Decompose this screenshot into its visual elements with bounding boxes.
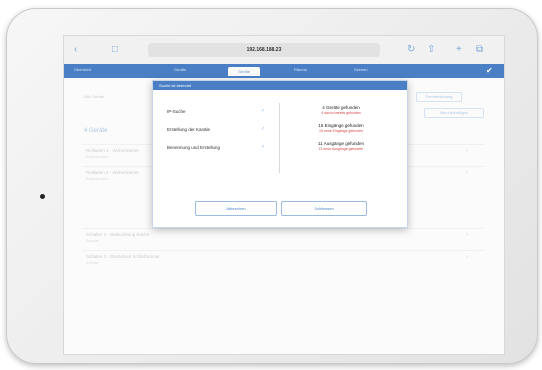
devices-found-text: 4 Geräte gefunden bbox=[322, 105, 360, 110]
dialog-divider bbox=[279, 103, 280, 173]
book-icon[interactable]: □ bbox=[112, 44, 118, 56]
close-button[interactable]: Schliessen bbox=[281, 201, 367, 216]
nav-item-rooms[interactable]: Räume bbox=[294, 67, 307, 72]
inputs-found-subtext: 16 neue Eingänge gefunden bbox=[319, 129, 363, 133]
outputs-found-text: 11 Ausgänge gefunden bbox=[318, 141, 364, 146]
tabs-icon[interactable]: ⧉ bbox=[476, 44, 483, 56]
dialog-title: Suche ist beendet bbox=[159, 83, 192, 88]
plus-icon[interactable]: + bbox=[456, 44, 462, 56]
check-icon: ✓ bbox=[261, 126, 266, 132]
browser-toolbar: ‹ □ 192.168.188.23 ↻ ⇧ + ⧉ bbox=[64, 36, 504, 65]
nav-item-scenes[interactable]: Szenen bbox=[354, 67, 368, 72]
devices-found-subtext: 4 davon bereits gefunden bbox=[321, 111, 361, 115]
nav-item-devices[interactable]: Geräte bbox=[174, 67, 186, 72]
nav-item-overview[interactable]: Übersicht bbox=[74, 67, 91, 72]
check-icon[interactable]: ✔ bbox=[486, 66, 493, 75]
url-field[interactable]: 192.168.188.23 bbox=[148, 43, 380, 57]
step-label: Erstellung der Kanäle bbox=[167, 127, 211, 132]
app-navigation: Übersicht Geräte Geräte Räume Szenen ✔ bbox=[64, 64, 504, 78]
home-button[interactable] bbox=[40, 194, 45, 199]
chevron-left-icon[interactable]: ‹ bbox=[74, 44, 77, 56]
outputs-found-subtext: 11 neue Ausgänge gefunden bbox=[318, 147, 364, 151]
cancel-button[interactable]: Abbrechen bbox=[195, 201, 277, 216]
tablet-frame: ‹ □ 192.168.188.23 ↻ ⇧ + ⧉ Übersicht Ger… bbox=[6, 8, 538, 364]
check-icon: ✓ bbox=[261, 144, 266, 150]
refresh-icon[interactable]: ↻ bbox=[407, 44, 415, 56]
tablet-screen: ‹ □ 192.168.188.23 ↻ ⇧ + ⧉ Übersicht Ger… bbox=[63, 35, 505, 355]
nav-tab-active[interactable]: Geräte bbox=[228, 67, 260, 76]
check-icon: ✓ bbox=[261, 108, 266, 114]
inputs-found-text: 16 Eingänge gefunden bbox=[318, 123, 364, 128]
search-complete-dialog: Suche ist beendet IP-Suche ✓ Erstellung … bbox=[152, 80, 408, 228]
step-label: IP-Suche bbox=[167, 109, 186, 114]
dialog-header: Suche ist beendet bbox=[153, 81, 407, 90]
share-icon[interactable]: ⇧ bbox=[427, 44, 435, 56]
step-label: Benennung und Erstellung bbox=[167, 145, 221, 150]
